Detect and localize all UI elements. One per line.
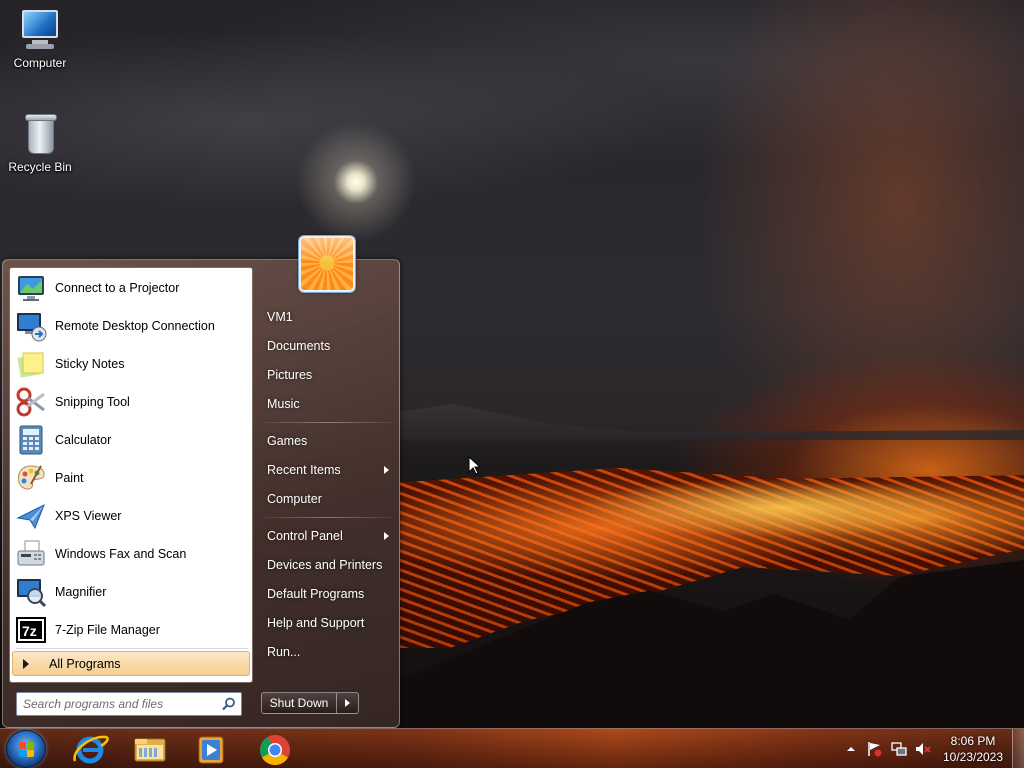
taskbar-windows-media-player[interactable] xyxy=(181,731,239,767)
places-item-help-and-support[interactable]: Help and Support xyxy=(259,610,397,636)
remote-desktop-icon xyxy=(15,310,47,342)
places-item-recent-items[interactable]: Recent Items xyxy=(259,457,397,483)
search-icon[interactable] xyxy=(221,696,237,712)
program-label: Connect to a Projector xyxy=(55,281,180,295)
7zip-icon: 7z xyxy=(15,614,47,646)
magnifier-icon xyxy=(15,576,47,608)
chrome-icon xyxy=(259,735,291,766)
places-item-label: Computer xyxy=(267,492,322,506)
places-item-user-folder[interactable]: VM1 xyxy=(259,304,397,330)
action-center-flag-icon[interactable] xyxy=(866,741,882,757)
places-separator xyxy=(263,517,393,518)
user-picture-flower-icon[interactable] xyxy=(299,236,355,292)
xps-viewer-icon xyxy=(15,500,47,532)
start-button[interactable] xyxy=(6,730,46,768)
scissors-icon xyxy=(15,386,47,418)
places-item-documents[interactable]: Documents xyxy=(259,333,397,359)
submenu-arrow-icon xyxy=(384,532,389,540)
program-label: Windows Fax and Scan xyxy=(55,547,187,561)
program-label: Calculator xyxy=(55,433,112,447)
desktop-icon-label: Recycle Bin xyxy=(8,160,72,174)
taskbar-windows-explorer[interactable] xyxy=(121,731,179,767)
program-label: Snipping Tool xyxy=(55,395,130,409)
places-item-games[interactable]: Games xyxy=(259,428,397,454)
places-item-label: Default Programs xyxy=(267,587,365,601)
places-item-label: Control Panel xyxy=(267,529,343,543)
calculator-icon xyxy=(15,424,47,456)
show-hidden-icons-icon[interactable] xyxy=(843,741,859,757)
windows-logo-icon xyxy=(19,742,35,758)
clock-date: 10/23/2023 xyxy=(942,750,1004,764)
volume-muted-icon[interactable] xyxy=(915,741,931,757)
paint-palette-icon xyxy=(15,462,47,494)
program-label: Sticky Notes xyxy=(55,357,125,371)
program-magnifier[interactable]: Magnifier xyxy=(12,574,250,610)
program-label: 7-Zip File Manager xyxy=(55,623,160,637)
places-item-default-programs[interactable]: Default Programs xyxy=(259,581,397,607)
program-sticky-notes[interactable]: Sticky Notes xyxy=(12,346,250,382)
places-item-devices-and-printers[interactable]: Devices and Printers xyxy=(259,552,397,578)
places-item-run[interactable]: Run... xyxy=(259,639,397,665)
all-programs-label: All Programs xyxy=(49,656,121,671)
start-menu: Connect to a Projector Remote Desktop Co… xyxy=(2,236,401,729)
program-label: Remote Desktop Connection xyxy=(55,319,215,333)
places-item-label: Run... xyxy=(267,645,301,659)
clock-time: 8:06 PM xyxy=(950,734,996,748)
places-item-label: VM1 xyxy=(267,310,293,324)
taskbar xyxy=(0,728,1024,768)
mouse-cursor-icon xyxy=(468,456,480,475)
system-clock[interactable]: 8:06 PM 10/23/2023 xyxy=(936,733,1010,765)
taskbar-internet-explorer[interactable] xyxy=(61,731,119,767)
projector-icon xyxy=(15,272,47,304)
places-separator xyxy=(263,422,393,423)
start-search-box[interactable] xyxy=(16,692,242,716)
places-item-music[interactable]: Music xyxy=(259,391,397,417)
folder-icon xyxy=(134,738,166,762)
program-connect-to-projector[interactable]: Connect to a Projector xyxy=(12,270,250,306)
show-desktop-button[interactable] xyxy=(1012,729,1024,768)
search-input[interactable] xyxy=(23,696,219,712)
recycle-bin-icon xyxy=(18,112,62,156)
start-menu-places-pane: VM1 Documents Pictures Music Games Recen… xyxy=(255,236,401,729)
desktop-icon-recycle-bin[interactable]: Recycle Bin xyxy=(0,112,80,174)
program-label: Magnifier xyxy=(55,585,107,599)
sticky-notes-icon xyxy=(15,348,47,380)
fax-icon xyxy=(15,538,47,570)
places-item-label: Help and Support xyxy=(267,616,365,630)
shut-down-button[interactable]: Shut Down xyxy=(261,692,337,714)
places-item-label: Devices and Printers xyxy=(267,558,383,572)
desktop-icon-label: Computer xyxy=(13,56,67,70)
expand-arrow-icon xyxy=(23,658,29,669)
places-item-label: Games xyxy=(267,434,308,448)
desktop-icon-computer[interactable]: Computer xyxy=(0,8,80,70)
program-remote-desktop-connection[interactable]: Remote Desktop Connection xyxy=(12,308,250,344)
submenu-arrow-icon xyxy=(384,466,389,474)
program-label: Paint xyxy=(55,471,84,485)
places-item-label: Recent Items xyxy=(267,463,341,477)
computer-icon xyxy=(18,8,62,52)
start-menu-programs-pane: Connect to a Projector Remote Desktop Co… xyxy=(9,267,253,683)
program-paint[interactable]: Paint xyxy=(12,460,250,496)
program-xps-viewer[interactable]: XPS Viewer xyxy=(12,498,250,534)
program-label: XPS Viewer xyxy=(55,509,122,523)
network-icon[interactable] xyxy=(891,741,907,757)
places-item-label: Pictures xyxy=(267,368,313,382)
program-7zip-file-manager[interactable]: 7z 7-Zip File Manager xyxy=(12,612,250,648)
program-snipping-tool[interactable]: Snipping Tool xyxy=(12,384,250,420)
places-item-pictures[interactable]: Pictures xyxy=(259,362,397,388)
program-windows-fax-and-scan[interactable]: Windows Fax and Scan xyxy=(12,536,250,572)
places-item-computer[interactable]: Computer xyxy=(259,486,397,512)
programs-separator xyxy=(16,648,248,649)
svg-text:7z: 7z xyxy=(22,623,37,639)
places-item-label: Music xyxy=(267,397,300,411)
program-calculator[interactable]: Calculator xyxy=(12,422,250,458)
places-item-control-panel[interactable]: Control Panel xyxy=(259,523,397,549)
places-item-label: Documents xyxy=(267,339,331,353)
shut-down-options-arrow-icon[interactable] xyxy=(337,692,359,714)
media-player-icon xyxy=(198,736,224,764)
all-programs-button[interactable]: All Programs xyxy=(12,651,250,676)
internet-explorer-icon xyxy=(73,735,109,764)
taskbar-google-chrome[interactable] xyxy=(246,731,304,767)
